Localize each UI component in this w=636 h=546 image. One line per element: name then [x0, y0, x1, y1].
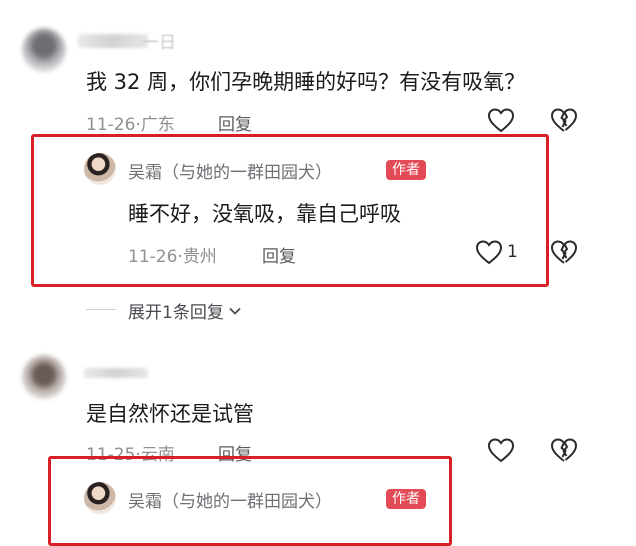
like-count: 1: [507, 242, 518, 262]
reply-divider: [86, 309, 116, 310]
author-badge: 作者: [386, 160, 426, 180]
broken-heart-icon[interactable]: [549, 106, 579, 134]
reply-date: 11-26: [128, 247, 178, 267]
commenter-name-blurred: [78, 34, 148, 48]
heart-outline-icon[interactable]: [486, 106, 516, 134]
reply-meta: 11-26·贵州: [128, 247, 217, 267]
reply-text: 睡不好，没氧吸，靠自己呼吸: [128, 202, 401, 226]
broken-heart-icon[interactable]: [549, 436, 579, 464]
reply-button[interactable]: 回复: [262, 242, 296, 267]
commenter-avatar[interactable]: [22, 28, 66, 72]
expand-replies-label: 展开1条回复: [128, 303, 224, 323]
author-name[interactable]: 吴霜（与她的一群田园犬）: [128, 487, 332, 512]
commenter-name-blurred: [84, 368, 148, 378]
comment-meta: 11-26·广东: [86, 115, 175, 135]
heart-outline-icon[interactable]: [474, 238, 504, 266]
reply-location: 贵州: [182, 247, 217, 267]
author-avatar[interactable]: [84, 482, 116, 514]
comment-date: 11-26: [86, 115, 136, 135]
heart-outline-icon[interactable]: [486, 436, 516, 464]
commenter-name[interactable]: 一日: [142, 28, 176, 53]
broken-heart-icon[interactable]: [549, 238, 579, 266]
author-badge: 作者: [386, 489, 426, 509]
author-avatar[interactable]: [84, 153, 116, 185]
author-name[interactable]: 吴霜（与她的一群田园犬）: [128, 158, 332, 183]
comment-text: 是自然怀还是试管: [86, 402, 254, 426]
comment-text: 我 32 周，你们孕晚期睡的好吗？有没有吸氧？: [86, 70, 526, 94]
chevron-down-icon: [227, 303, 243, 319]
commenter-avatar[interactable]: [22, 355, 66, 399]
expand-replies-button[interactable]: 展开1条回复: [128, 298, 243, 323]
comment-location: 广东: [140, 115, 175, 135]
reply-button[interactable]: 回复: [218, 110, 252, 135]
